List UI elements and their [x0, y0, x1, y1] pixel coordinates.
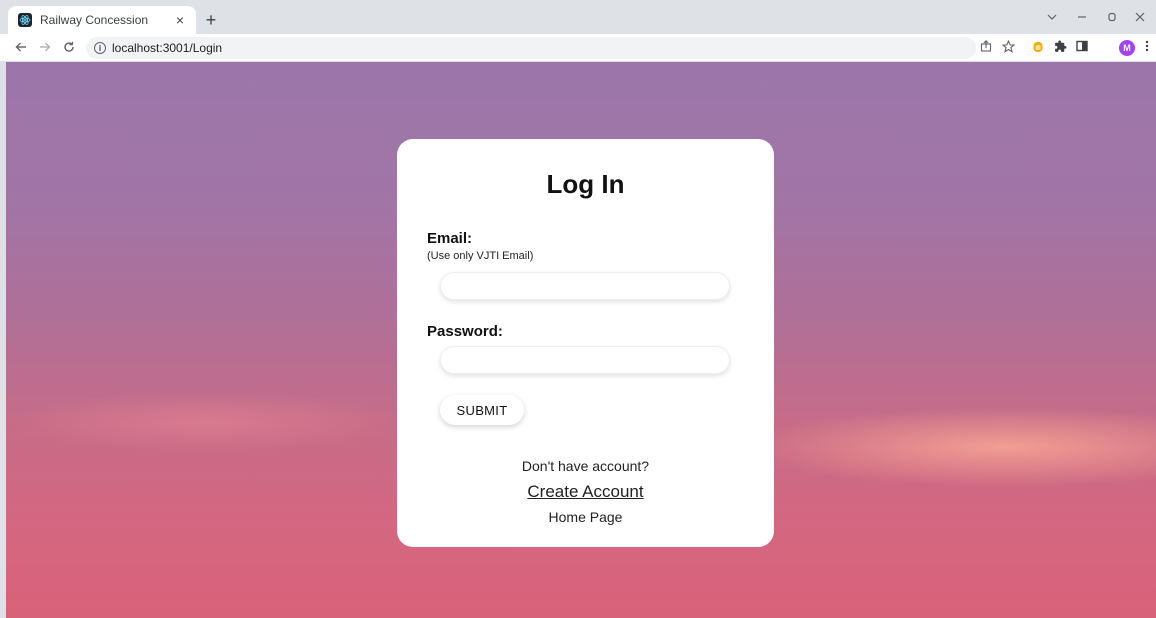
back-icon[interactable] — [10, 37, 32, 59]
menu-icon[interactable] — [1139, 40, 1155, 56]
minimize-icon[interactable] — [1068, 6, 1096, 28]
puzzle-icon[interactable] — [1052, 40, 1068, 56]
reload-icon[interactable] — [58, 37, 80, 59]
react-favicon-icon — [18, 13, 32, 27]
browser-tab[interactable]: Railway Concession × — [8, 6, 196, 34]
login-card: Log In Email: (Use only VJTI Email) Pass… — [397, 139, 774, 547]
home-row: Home Page — [397, 509, 774, 525]
profile-avatar[interactable]: M — [1119, 40, 1135, 56]
tab-close-icon[interactable]: × — [172, 12, 188, 28]
forward-icon[interactable] — [34, 37, 56, 59]
login-title: Log In — [546, 169, 625, 199]
restore-icon[interactable] — [1098, 6, 1126, 28]
page-background: Log In Email: (Use only VJTI Email) Pass… — [6, 62, 1156, 618]
create-account-link[interactable]: Create Account — [527, 482, 643, 501]
email-hint: (Use only VJTI Email) — [427, 250, 534, 262]
home-page-link[interactable]: Home Page — [549, 509, 623, 525]
bookmark-star-icon[interactable] — [1000, 39, 1016, 56]
close-window-icon[interactable] — [1126, 6, 1154, 28]
site-info-icon[interactable]: i — [94, 42, 106, 54]
address-bar[interactable]: i localhost:3001/Login — [86, 37, 976, 59]
no-account-text: Don't have account? — [521, 458, 650, 474]
share-icon[interactable] — [978, 40, 994, 56]
side-panel-icon[interactable] — [1074, 40, 1090, 56]
tab-search-icon[interactable] — [1038, 6, 1066, 28]
submit-button[interactable]: SUBMIT — [440, 395, 524, 425]
browser-toolbar: i localhost:3001/Login M — [0, 34, 1156, 62]
password-field[interactable] — [440, 346, 730, 374]
email-field[interactable] — [440, 272, 730, 300]
new-tab-icon[interactable]: + — [200, 9, 222, 31]
password-label: Password: — [427, 323, 503, 340]
extension-icon[interactable] — [1030, 40, 1046, 56]
url-text: localhost:3001/Login — [112, 41, 223, 55]
browser-tabstrip: Railway Concession × + — [0, 0, 1156, 34]
email-label: Email: — [427, 230, 473, 247]
tab-title: Railway Concession — [40, 13, 149, 27]
create-account-row: Create Account — [397, 482, 774, 502]
